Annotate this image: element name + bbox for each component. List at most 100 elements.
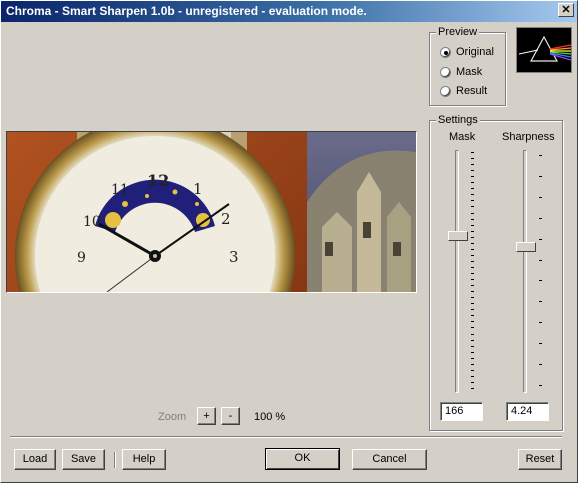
reset-button[interactable]: Reset xyxy=(518,449,562,470)
save-button[interactable]: Save xyxy=(62,449,105,470)
slider-tick xyxy=(471,291,474,292)
load-button-label: Load xyxy=(22,453,48,465)
slider-tick xyxy=(471,346,474,347)
ok-button[interactable]: OK xyxy=(265,448,340,470)
slider-tick xyxy=(539,218,542,219)
minus-icon: - xyxy=(228,410,233,422)
slider-tick xyxy=(471,297,474,298)
sharpness-value: 4.24 xyxy=(511,405,533,417)
slider-tick xyxy=(539,260,542,261)
slider-tick xyxy=(539,385,542,386)
radio-mask[interactable]: Mask xyxy=(440,66,482,78)
radio-original-label: Original xyxy=(456,46,494,58)
slider-tick xyxy=(471,285,474,286)
mask-slider-track[interactable] xyxy=(455,150,459,393)
slider-tick xyxy=(471,382,474,383)
mask-slider-thumb[interactable] xyxy=(448,231,468,241)
slider-tick xyxy=(471,249,474,250)
button-separator xyxy=(114,452,116,468)
clock-numeral-3: 3 xyxy=(229,248,239,266)
slider-tick xyxy=(471,376,474,377)
slider-tick xyxy=(471,176,474,177)
help-button[interactable]: Help xyxy=(122,449,166,470)
bottom-separator xyxy=(10,436,562,438)
slider-tick xyxy=(471,327,474,328)
slider-tick xyxy=(539,176,542,177)
slider-tick xyxy=(471,358,474,359)
slider-tick xyxy=(471,243,474,244)
radio-mask-button[interactable] xyxy=(440,66,451,78)
slider-tick xyxy=(539,155,542,156)
slider-tick xyxy=(539,197,542,198)
slider-tick xyxy=(539,301,542,302)
preview-group-label: Preview xyxy=(436,26,480,38)
slider-tick xyxy=(471,315,474,316)
clock-numeral-12: 12 xyxy=(147,171,169,190)
slider-tick xyxy=(471,267,474,268)
radio-result[interactable]: Result xyxy=(440,85,487,97)
slider-tick xyxy=(471,303,474,304)
zoom-in-button[interactable]: + xyxy=(197,407,216,425)
cancel-button[interactable]: Cancel xyxy=(352,449,427,470)
mask-value-field[interactable]: 166 xyxy=(440,402,483,421)
radio-result-label: Result xyxy=(456,85,488,97)
slider-tick xyxy=(471,164,474,165)
slider-tick xyxy=(471,261,474,262)
plus-icon: + xyxy=(203,410,210,422)
ok-button-label: OK xyxy=(294,452,311,464)
reset-button-label: Reset xyxy=(525,453,555,465)
slider-tick xyxy=(471,158,474,159)
sharpness-slider-track[interactable] xyxy=(523,150,527,393)
mask-value: 166 xyxy=(445,405,464,417)
zoom-out-button[interactable]: - xyxy=(221,407,240,425)
clock-numeral-11: 11 xyxy=(111,182,129,198)
prism-logo-icon xyxy=(516,27,572,73)
close-button[interactable]: ✕ xyxy=(558,3,574,17)
slider-tick xyxy=(471,309,474,310)
slider-tick xyxy=(539,322,542,323)
slider-tick xyxy=(471,321,474,322)
slider-tick xyxy=(471,219,474,220)
mask-slider-label: Mask xyxy=(449,131,476,143)
clock-numeral-1: 1 xyxy=(193,180,203,198)
slider-tick xyxy=(471,182,474,183)
slider-tick xyxy=(471,188,474,189)
slider-tick xyxy=(539,280,542,281)
preview-group: Preview Original Mask Result xyxy=(429,26,506,106)
slider-tick xyxy=(471,388,474,389)
slider-tick xyxy=(471,352,474,353)
slider-tick xyxy=(471,334,474,335)
zoom-label: Zoom xyxy=(158,411,187,423)
slider-tick xyxy=(471,364,474,365)
close-icon: ✕ xyxy=(561,4,571,16)
load-button[interactable]: Load xyxy=(14,449,56,470)
cancel-button-label: Cancel xyxy=(372,453,407,465)
radio-mask-label: Mask xyxy=(456,66,483,78)
image-preview[interactable]: 12 1 2 3 10 11 9 xyxy=(6,131,417,293)
slider-tick xyxy=(471,170,474,171)
slider-tick xyxy=(539,364,542,365)
slider-tick xyxy=(471,225,474,226)
slider-tick xyxy=(471,340,474,341)
title-bar[interactable]: Chroma - Smart Sharpen 1.0b - unregister… xyxy=(0,0,578,22)
sharpness-slider-label: Sharpness xyxy=(502,131,555,143)
radio-original[interactable]: Original xyxy=(440,46,494,58)
slider-tick xyxy=(471,231,474,232)
sharpness-value-field[interactable]: 4.24 xyxy=(506,402,549,421)
sharpness-slider-thumb[interactable] xyxy=(516,242,536,252)
slider-tick xyxy=(539,239,542,240)
settings-group: Settings xyxy=(429,114,563,431)
zoom-value: 100 % xyxy=(254,411,286,423)
settings-group-label: Settings xyxy=(436,114,480,126)
slider-tick xyxy=(471,279,474,280)
radio-result-button[interactable] xyxy=(440,85,451,97)
clock-numeral-9: 9 xyxy=(77,250,86,266)
clock-numeral-10: 10 xyxy=(83,214,101,230)
slider-tick xyxy=(471,273,474,274)
slider-tick xyxy=(471,194,474,195)
radio-original-button[interactable] xyxy=(440,46,451,58)
slider-tick xyxy=(471,206,474,207)
slider-tick xyxy=(471,370,474,371)
slider-tick xyxy=(471,200,474,201)
slider-tick xyxy=(471,237,474,238)
